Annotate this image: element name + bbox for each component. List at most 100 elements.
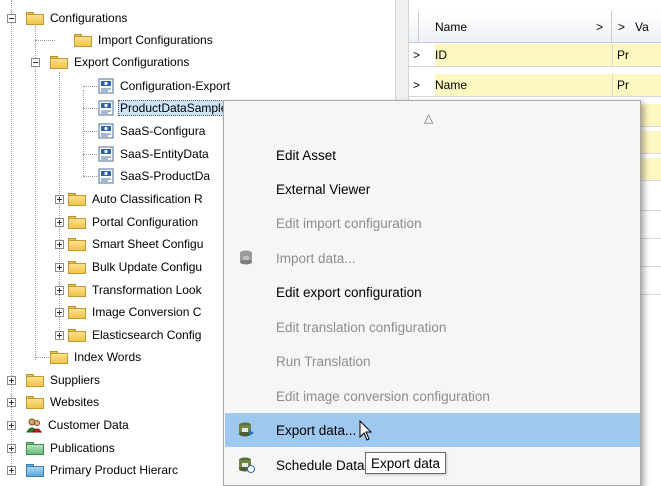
tree-item-label: Image Conversion C [92, 305, 202, 319]
tree-item-export-configurations[interactable]: Export Configurations [31, 52, 191, 72]
tree-item-bulk-update[interactable]: Bulk Update Configu [55, 257, 204, 277]
import-data-icon [240, 250, 252, 265]
grid-header-spacer [409, 11, 419, 43]
tree-item-customer-data[interactable]: Customer Data [7, 415, 131, 435]
folder-icon [68, 305, 86, 319]
folder-icon [68, 215, 86, 229]
menu-item-edit-translation-configuration[interactable]: Edit translation configuration [225, 310, 640, 344]
schedule-icon [239, 457, 255, 473]
context-menu[interactable]: △ Edit Asset External Viewer Edit import… [223, 100, 641, 486]
table-row[interactable]: > ID Pr [409, 44, 661, 67]
tree-item-label: Export Configurations [74, 55, 190, 69]
menu-item-label: Run Translation [276, 353, 371, 369]
cell-value: Pr [612, 44, 661, 66]
expand-icon[interactable] [7, 397, 16, 407]
expand-icon[interactable] [55, 285, 64, 295]
config-document-icon [98, 78, 114, 94]
tree-item-label: Elasticsearch Config [92, 328, 202, 342]
tree-item-label: Index Words [74, 350, 142, 364]
tree-item-label: Portal Configuration [92, 215, 199, 229]
tree-item-import-configurations[interactable]: Import Configurations [74, 30, 215, 50]
tree-item-smart-sheet[interactable]: Smart Sheet Configu [55, 234, 205, 254]
table-row[interactable]: > Name Pr [409, 74, 661, 97]
row-expander[interactable]: > [413, 44, 427, 66]
tree-item-label: Smart Sheet Configu [92, 237, 204, 251]
expand-icon[interactable] [55, 194, 64, 204]
sort-chevron-icon[interactable]: > [618, 20, 625, 34]
menu-item-label: Edit export configuration [276, 284, 422, 300]
folder-icon [68, 192, 86, 206]
row-expander[interactable]: > [413, 74, 427, 96]
tree-item-label: Auto Classification R [92, 192, 203, 206]
menu-item-export-data[interactable]: Export data... [225, 413, 640, 447]
export-data-icon [239, 422, 254, 437]
tree-item-label: Import Configurations [98, 33, 213, 47]
expand-icon[interactable] [7, 443, 16, 453]
column-header-label: Name [435, 19, 468, 34]
folder-icon [26, 441, 44, 455]
menu-item-edit-import-configuration[interactable]: Edit import configuration [225, 206, 640, 240]
tree-item-transformation-lookup[interactable]: Transformation Look [55, 280, 204, 300]
expand-icon[interactable] [55, 330, 64, 340]
tree-item-label: Suppliers [50, 373, 101, 387]
menu-item-label: Edit image conversion configuration [276, 388, 490, 404]
folder-icon [26, 373, 44, 387]
tree-item-primary-product-hierarchy[interactable]: Primary Product Hierarc [7, 460, 180, 480]
tree-item-label: Publications [50, 441, 115, 455]
menu-scroll-up-arrow[interactable]: △ [424, 111, 433, 125]
tree-item-websites[interactable]: Websites [7, 392, 101, 412]
tree-item-label: Transformation Look [92, 283, 202, 297]
tree-item-saas-configuration[interactable]: SaaS-Configura [98, 121, 207, 141]
tree-item-index-words[interactable]: Index Words [50, 347, 143, 367]
tree-item-label: Websites [50, 395, 100, 409]
folder-icon [26, 463, 44, 477]
cell-name: Name [435, 74, 612, 96]
column-header-label: Va [635, 19, 649, 34]
expand-icon[interactable] [7, 420, 16, 430]
column-header-name[interactable]: Name > [419, 11, 612, 43]
tree-item-label: Customer Data [48, 418, 129, 432]
menu-item-edit-image-conversion-configuration[interactable]: Edit image conversion configuration [225, 379, 640, 413]
cell-value: Pr [612, 74, 661, 96]
tree-item-portal-configuration[interactable]: Portal Configuration [55, 212, 200, 232]
folder-icon [50, 350, 68, 364]
expand-icon[interactable] [55, 262, 64, 272]
menu-item-run-translation[interactable]: Run Translation [225, 344, 640, 378]
config-document-icon [98, 123, 114, 139]
menu-item-external-viewer[interactable]: External Viewer [225, 172, 640, 206]
tree-item-configurations[interactable]: Configurations [7, 8, 129, 28]
tree-item-configuration-export[interactable]: Configuration-Export [98, 76, 232, 96]
collapse-icon[interactable] [31, 57, 40, 67]
expand-icon[interactable] [7, 375, 16, 385]
expand-icon[interactable] [55, 217, 64, 227]
menu-item-label: Import data... [276, 250, 356, 266]
config-document-icon [98, 146, 114, 162]
folder-icon [50, 55, 68, 69]
expand-icon[interactable] [55, 307, 64, 317]
tree-item-image-conversion[interactable]: Image Conversion C [55, 302, 203, 322]
folder-icon [68, 237, 86, 251]
tree-item-saas-entitydata[interactable]: SaaS-EntityData [98, 144, 211, 164]
tooltip: Export data [365, 452, 447, 474]
tree-item-elasticsearch[interactable]: Elasticsearch Config [55, 325, 203, 345]
tree-item-auto-classification[interactable]: Auto Classification R [55, 189, 205, 209]
menu-item-label: Edit import configuration [276, 215, 422, 231]
expand-icon[interactable] [55, 239, 64, 249]
folder-icon [68, 328, 86, 342]
tree-item-label: Configuration-Export [120, 79, 231, 93]
menu-item-edit-export-configuration[interactable]: Edit export configuration [225, 275, 640, 309]
tree-item-suppliers[interactable]: Suppliers [7, 370, 102, 390]
menu-item-label: Edit translation configuration [276, 319, 447, 335]
menu-item-edit-asset[interactable]: Edit Asset [225, 138, 640, 172]
tree-item-publications[interactable]: Publications [7, 438, 117, 458]
column-header-value[interactable]: > Va [612, 11, 661, 43]
cell-name: ID [435, 44, 612, 66]
config-document-icon [98, 168, 114, 184]
menu-item-import-data[interactable]: Import data... [225, 241, 640, 275]
folder-icon [74, 33, 92, 47]
collapse-icon[interactable] [7, 13, 16, 23]
sort-chevron-icon[interactable]: > [596, 20, 603, 34]
tree-item-saas-productdata[interactable]: SaaS-ProductDa [98, 166, 212, 186]
expand-icon[interactable] [7, 465, 16, 475]
menu-item-label: Edit Asset [276, 147, 337, 163]
